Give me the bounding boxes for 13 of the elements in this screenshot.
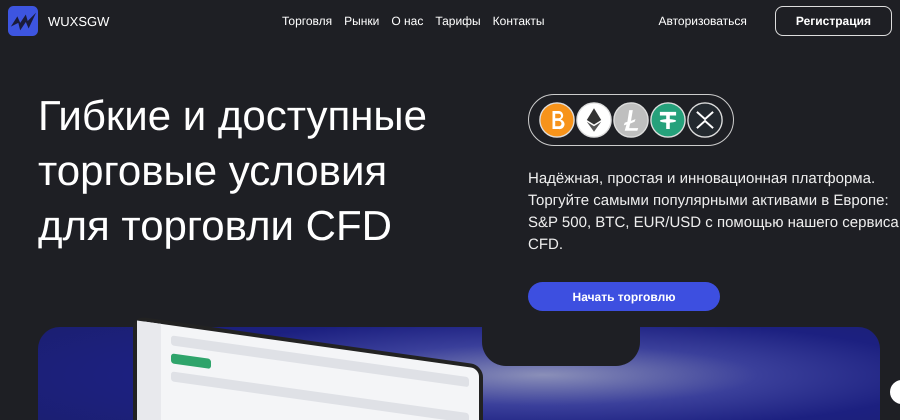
nav-link[interactable]: Торговля: [282, 14, 332, 28]
nav-link[interactable]: О нас: [391, 14, 424, 28]
hero-description: Надёжная, простая и инновационная платформа. Торгуйте самыми популярными активами в Европе: S&P 500, BTC, EUR/USD с помощью нашего сервиса CFD.: [528, 169, 900, 255]
nav-link[interactable]: Тарифы: [435, 14, 481, 28]
login-link[interactable]: Авторизоваться: [658, 14, 747, 28]
hero-title: для торговли CFD: [38, 201, 393, 251]
start-trading-button[interactable]: Начать торговлю: [528, 282, 720, 311]
brand-name: WUXSGW: [48, 14, 110, 28]
nav-link[interactable]: Рынки: [344, 14, 380, 28]
register-button[interactable]: Регистрация: [774, 6, 892, 36]
nav-link[interactable]: Контакты: [492, 14, 545, 28]
hero-title: торговые условия: [38, 146, 388, 196]
hero-title: Гибкие и доступные: [38, 91, 428, 141]
